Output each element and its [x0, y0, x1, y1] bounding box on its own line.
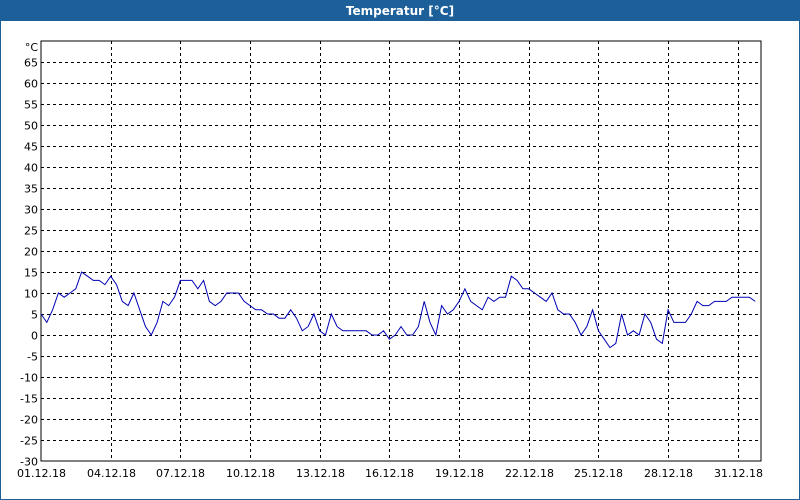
y-tick-label: 0 — [31, 330, 38, 343]
x-tick-label: 07.12.18 — [156, 467, 205, 480]
y-tick-label: 40 — [24, 162, 38, 175]
x-tick-label: 19.12.18 — [435, 467, 484, 480]
series-line — [40, 271, 756, 349]
y-tick-label: 35 — [24, 183, 38, 196]
x-tick-label: 13.12.18 — [296, 467, 345, 480]
x-tick-label: 04.12.18 — [87, 467, 136, 480]
y-tick-label: 5 — [31, 309, 38, 322]
y-tick-label: 10 — [24, 288, 38, 301]
y-tick-label: 55 — [24, 99, 38, 112]
x-tick-label: 22.12.18 — [505, 467, 554, 480]
y-tick-label: -5 — [27, 351, 38, 364]
y-tick-label: 25 — [24, 225, 38, 238]
x-tick-label: 01.12.18 — [17, 467, 66, 480]
x-tick-label: 28.12.18 — [644, 467, 693, 480]
y-tick-label: -10 — [20, 372, 38, 385]
y-tick-label: 65 — [24, 57, 38, 70]
y-tick-label: 60 — [24, 78, 38, 91]
y-tick-label: -25 — [20, 435, 38, 448]
x-tick-label: 25.12.18 — [574, 467, 623, 480]
temperature-chart: 65605550454035302520151050-5-10-15-20-25… — [17, 40, 763, 480]
y-tick-label: -20 — [20, 414, 38, 427]
x-tick-label: 16.12.18 — [365, 467, 414, 480]
y-tick-label: -15 — [20, 393, 38, 406]
chart-window: Temperatur [°C] 65 60 55 50 45 40 35 30 25 20 15 10… — [0, 0, 800, 500]
y-tick-label: 50 — [24, 120, 38, 133]
y-unit-label: °C — [25, 41, 39, 54]
x-tick-label: 31.12.18 — [714, 467, 763, 480]
y-tick-label: 30 — [24, 204, 38, 217]
y-tick-label: 45 — [24, 141, 38, 154]
y-tick-label: 15 — [24, 267, 38, 280]
x-tick-label: 10.12.18 — [226, 467, 275, 480]
y-tick-label: 20 — [24, 246, 38, 259]
